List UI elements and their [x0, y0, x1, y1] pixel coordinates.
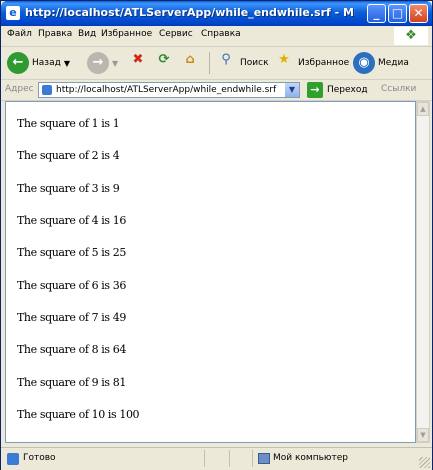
- address-dropdown-icon[interactable]: ▼: [285, 83, 299, 97]
- star-icon: ★: [278, 52, 290, 67]
- output-line: The square of 7 is 49: [17, 311, 126, 324]
- output-line: The square of 6 is 36: [17, 279, 126, 292]
- output-line: The square of 8 is 64: [17, 343, 126, 356]
- home-button[interactable]: ⌂: [179, 50, 201, 76]
- media-button[interactable]: ◉ Медиа: [353, 50, 409, 76]
- close-button[interactable]: ✕: [409, 4, 428, 23]
- back-dropdown-icon[interactable]: ▼: [64, 59, 70, 68]
- go-arrow-icon: →: [307, 82, 323, 98]
- stop-icon: ✖: [132, 52, 144, 67]
- menu-tools[interactable]: Сервис: [159, 29, 193, 39]
- output-line: The square of 5 is 25: [17, 246, 126, 259]
- stop-button[interactable]: ✖: [127, 50, 149, 76]
- menu-edit[interactable]: Правка: [38, 29, 72, 39]
- toolbar-separator: [209, 52, 210, 74]
- output-line: The square of 4 is 16: [17, 214, 126, 227]
- status-text: Готово: [23, 453, 56, 463]
- favorites-label: Избранное: [298, 58, 350, 68]
- links-button[interactable]: Ссылки: [381, 84, 416, 94]
- favorites-button[interactable]: ★ Избранное: [273, 50, 349, 76]
- window-title: http://localhost/ATLServerApp/while_endw…: [25, 6, 355, 19]
- output-line: The square of 1 is 1: [17, 117, 120, 130]
- forward-button[interactable]: → ▼: [87, 50, 118, 76]
- status-bar: Готово Мой компьютер: [1, 447, 432, 470]
- computer-icon: [258, 453, 270, 464]
- back-arrow-icon: ←: [7, 52, 29, 74]
- refresh-button[interactable]: ⟳: [153, 50, 175, 76]
- go-button[interactable]: → Переход: [307, 82, 368, 98]
- home-icon: ⌂: [185, 52, 195, 67]
- address-label: Адрес: [5, 84, 34, 94]
- media-label: Медиа: [378, 58, 409, 68]
- scroll-up-icon[interactable]: ▲: [417, 102, 429, 116]
- menu-favorites[interactable]: Избранное: [101, 29, 152, 39]
- search-label: Поиск: [240, 58, 269, 68]
- maximize-button[interactable]: □: [388, 4, 407, 23]
- security-zone: Мой компьютер: [273, 453, 348, 463]
- search-button[interactable]: ⚲ Поиск: [215, 50, 269, 76]
- status-divider: [252, 450, 253, 467]
- media-icon: ◉: [353, 52, 375, 74]
- status-divider: [229, 450, 230, 467]
- resize-grip[interactable]: [419, 457, 430, 468]
- ie-icon: e: [6, 6, 20, 20]
- forward-dropdown-icon[interactable]: ▼: [112, 59, 118, 68]
- vertical-scrollbar[interactable]: ▲ ▼: [416, 101, 430, 443]
- address-bar: Адрес http://localhost/ATLServerApp/whil…: [1, 80, 432, 101]
- refresh-icon: ⟳: [158, 52, 170, 67]
- output-line: The square of 9 is 81: [17, 376, 126, 389]
- go-label: Переход: [327, 85, 368, 95]
- forward-arrow-icon: →: [87, 52, 109, 74]
- toolbar: ← Назад ▼ → ▼ ✖ ⟳ ⌂ ⚲ Поиск ★ Избранное …: [1, 47, 432, 80]
- page-icon: [42, 85, 52, 95]
- back-label: Назад: [32, 58, 61, 68]
- browser-window: e http://localhost/ATLServerApp/while_en…: [0, 0, 433, 470]
- status-divider: [204, 450, 205, 467]
- menu-bar: Файл Правка Вид Избранное Сервис Справка…: [1, 26, 432, 47]
- address-input[interactable]: http://localhost/ATLServerApp/while_endw…: [38, 82, 300, 98]
- menu-view[interactable]: Вид: [78, 29, 96, 39]
- back-button[interactable]: ← Назад ▼: [7, 50, 70, 76]
- page-content: The square of 1 is 1 The square of 2 is …: [5, 101, 416, 443]
- output-line: The square of 10 is 100: [17, 408, 140, 421]
- output-line: The square of 3 is 9: [17, 182, 120, 195]
- title-bar[interactable]: e http://localhost/ATLServerApp/while_en…: [1, 1, 432, 26]
- scroll-down-icon[interactable]: ▼: [417, 428, 429, 442]
- menu-file[interactable]: Файл: [7, 29, 32, 39]
- minimize-button[interactable]: _: [367, 4, 386, 23]
- address-url: http://localhost/ATLServerApp/while_endw…: [56, 85, 277, 95]
- menu-help[interactable]: Справка: [201, 29, 241, 39]
- output-line: The square of 2 is 4: [17, 149, 120, 162]
- windows-logo-icon: ❖: [394, 27, 428, 45]
- done-page-icon: [7, 453, 19, 465]
- search-icon: ⚲: [221, 52, 231, 67]
